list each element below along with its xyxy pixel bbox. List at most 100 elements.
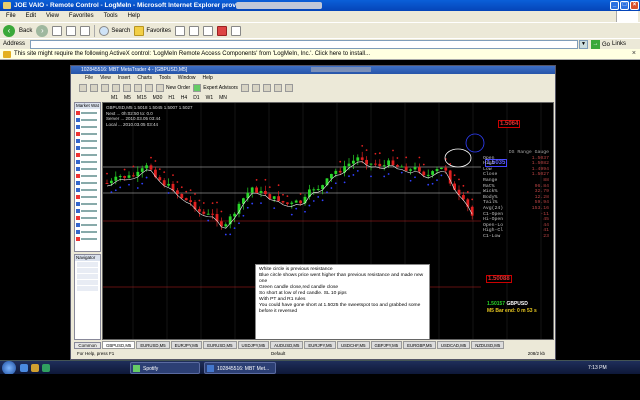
discuss-icon[interactable]	[231, 25, 242, 36]
chart-tab[interactable]: AUDUSD,M5	[270, 341, 304, 349]
navigator-icon[interactable]	[123, 83, 131, 92]
common-tab[interactable]: Common	[74, 342, 101, 349]
chart-tab[interactable]: USDJPY,M5	[237, 341, 270, 349]
chart-tab[interactable]: USDCHF,M5	[336, 341, 370, 349]
chart-tab[interactable]: EURGBP,M5	[403, 341, 436, 349]
market-watch-row[interactable]	[75, 179, 100, 186]
market-watch-row[interactable]	[75, 165, 100, 172]
info-close-icon[interactable]: ×	[632, 50, 636, 57]
market-watch-row[interactable]	[75, 207, 100, 214]
market-watch-row[interactable]	[75, 144, 100, 151]
quicklaunch-folder-icon[interactable]	[31, 364, 39, 372]
taskbar-item-metatrader[interactable]: 102845516: MBT Met...	[204, 362, 276, 374]
price-chart[interactable]: GBPUSD,M5 1.5018 1.5045 1.5007 1.5027 Ne…	[102, 102, 554, 340]
menu-edit[interactable]: Edit	[26, 13, 36, 22]
market-watch-row[interactable]	[75, 151, 100, 158]
taskbar-item-spotify[interactable]: Spotify	[130, 362, 200, 374]
market-watch-row[interactable]	[75, 158, 100, 165]
expert-advisors-button[interactable]: Expert Advisors	[193, 83, 238, 92]
maximize-button[interactable]: □	[620, 1, 629, 10]
tf-m15[interactable]: M15	[137, 95, 147, 101]
bar-chart-icon[interactable]	[240, 83, 249, 92]
menu-favorites[interactable]: Favorites	[69, 13, 94, 22]
nav-indicators[interactable]	[77, 268, 98, 273]
new-order-button[interactable]: New Order	[156, 83, 190, 92]
links-label[interactable]: Links	[612, 41, 626, 47]
chart-tab[interactable]: EURUSD,M5	[136, 341, 170, 349]
menu-view[interactable]: View	[46, 13, 59, 22]
quicklaunch-media-icon[interactable]	[42, 364, 50, 372]
mt4-menu-window[interactable]: Window	[178, 75, 196, 82]
address-field[interactable]	[30, 40, 578, 49]
nav-custom-indicators[interactable]	[77, 280, 98, 285]
market-watch-row[interactable]	[75, 193, 100, 200]
data-window-icon[interactable]	[112, 83, 120, 92]
terminal-icon[interactable]	[134, 83, 142, 92]
tf-m30[interactable]: M30	[153, 95, 163, 101]
nav-accounts[interactable]	[77, 262, 98, 267]
activex-info-bar[interactable]: This site might require the following Ac…	[0, 49, 640, 60]
market-watch-row[interactable]	[75, 130, 100, 137]
menu-help[interactable]: Help	[128, 13, 140, 22]
mt4-menu-file[interactable]: File	[85, 75, 93, 82]
chart-tab[interactable]: NZDUSD,M5	[471, 341, 505, 349]
market-watch-row[interactable]	[75, 235, 100, 242]
home-icon[interactable]	[80, 25, 91, 36]
nav-scripts[interactable]	[77, 286, 98, 291]
chart-tab[interactable]: EURUSD,M5	[203, 341, 237, 349]
chart-tab[interactable]: USDCAD,M5	[436, 341, 471, 349]
chart-tab[interactable]: EURJPY,M5	[304, 341, 336, 349]
market-watch-row[interactable]	[75, 137, 100, 144]
market-watch-row[interactable]	[75, 221, 100, 228]
info-bar-text[interactable]: This site might require the following Ac…	[14, 51, 370, 57]
tf-d1[interactable]: D1	[193, 95, 199, 101]
print-icon[interactable]	[203, 25, 214, 36]
search-button[interactable]: Search	[99, 25, 130, 36]
nav-expert-advisors[interactable]	[77, 274, 98, 279]
history-icon[interactable]	[175, 25, 186, 36]
menu-file[interactable]: File	[6, 13, 16, 22]
market-watch-row[interactable]	[75, 109, 100, 116]
new-chart-icon[interactable]	[79, 83, 87, 92]
mt4-menu-charts[interactable]: Charts	[137, 75, 152, 82]
tf-m5[interactable]: M5	[124, 95, 131, 101]
market-watch-row[interactable]	[75, 200, 100, 207]
tf-mn[interactable]: MN	[219, 95, 227, 101]
minimize-button[interactable]: _	[610, 1, 619, 10]
zoom-in-icon[interactable]	[273, 83, 282, 92]
mt4-menu-view[interactable]: View	[100, 75, 111, 82]
go-button[interactable]: → Go	[591, 40, 610, 49]
edit-icon[interactable]	[217, 25, 228, 36]
mt4-menu-help[interactable]: Help	[203, 75, 213, 82]
chart-tab[interactable]: GBPJPY,M5	[370, 341, 403, 349]
line-chart-icon[interactable]	[262, 83, 271, 92]
market-watch-row[interactable]	[75, 228, 100, 235]
tf-h4[interactable]: H4	[181, 95, 187, 101]
market-watch-row[interactable]	[75, 186, 100, 193]
menu-tools[interactable]: Tools	[104, 13, 118, 22]
market-watch-row[interactable]	[75, 116, 100, 123]
start-orb-icon[interactable]	[2, 361, 16, 375]
zoom-out-icon[interactable]	[284, 83, 293, 92]
chart-tab[interactable]: EURJPY,M5	[170, 341, 203, 349]
candlestick-icon[interactable]	[251, 83, 260, 92]
back-label[interactable]: Back	[19, 28, 32, 34]
address-dropdown-icon[interactable]: ▼	[579, 40, 588, 49]
market-watch-icon[interactable]	[101, 83, 109, 92]
quicklaunch-ie-icon[interactable]	[20, 364, 28, 372]
tf-h1[interactable]: H1	[168, 95, 174, 101]
market-watch-row[interactable]	[75, 123, 100, 130]
refresh-icon[interactable]	[66, 25, 77, 36]
close-button[interactable]: ×	[630, 1, 639, 10]
tf-m1[interactable]: M1	[111, 95, 118, 101]
back-arrow-icon[interactable]: ‹	[3, 24, 15, 37]
mail-icon[interactable]	[189, 25, 200, 36]
profiles-icon[interactable]	[90, 83, 98, 92]
stop-icon[interactable]	[52, 25, 63, 36]
mt4-menu-tools[interactable]: Tools	[159, 75, 171, 82]
forward-arrow-icon[interactable]: ›	[36, 24, 49, 37]
favorites-button[interactable]: Favorites	[134, 25, 171, 36]
market-watch-row[interactable]	[75, 172, 100, 179]
tf-w1[interactable]: W1	[206, 95, 214, 101]
mt4-menu-insert[interactable]: Insert	[118, 75, 131, 82]
